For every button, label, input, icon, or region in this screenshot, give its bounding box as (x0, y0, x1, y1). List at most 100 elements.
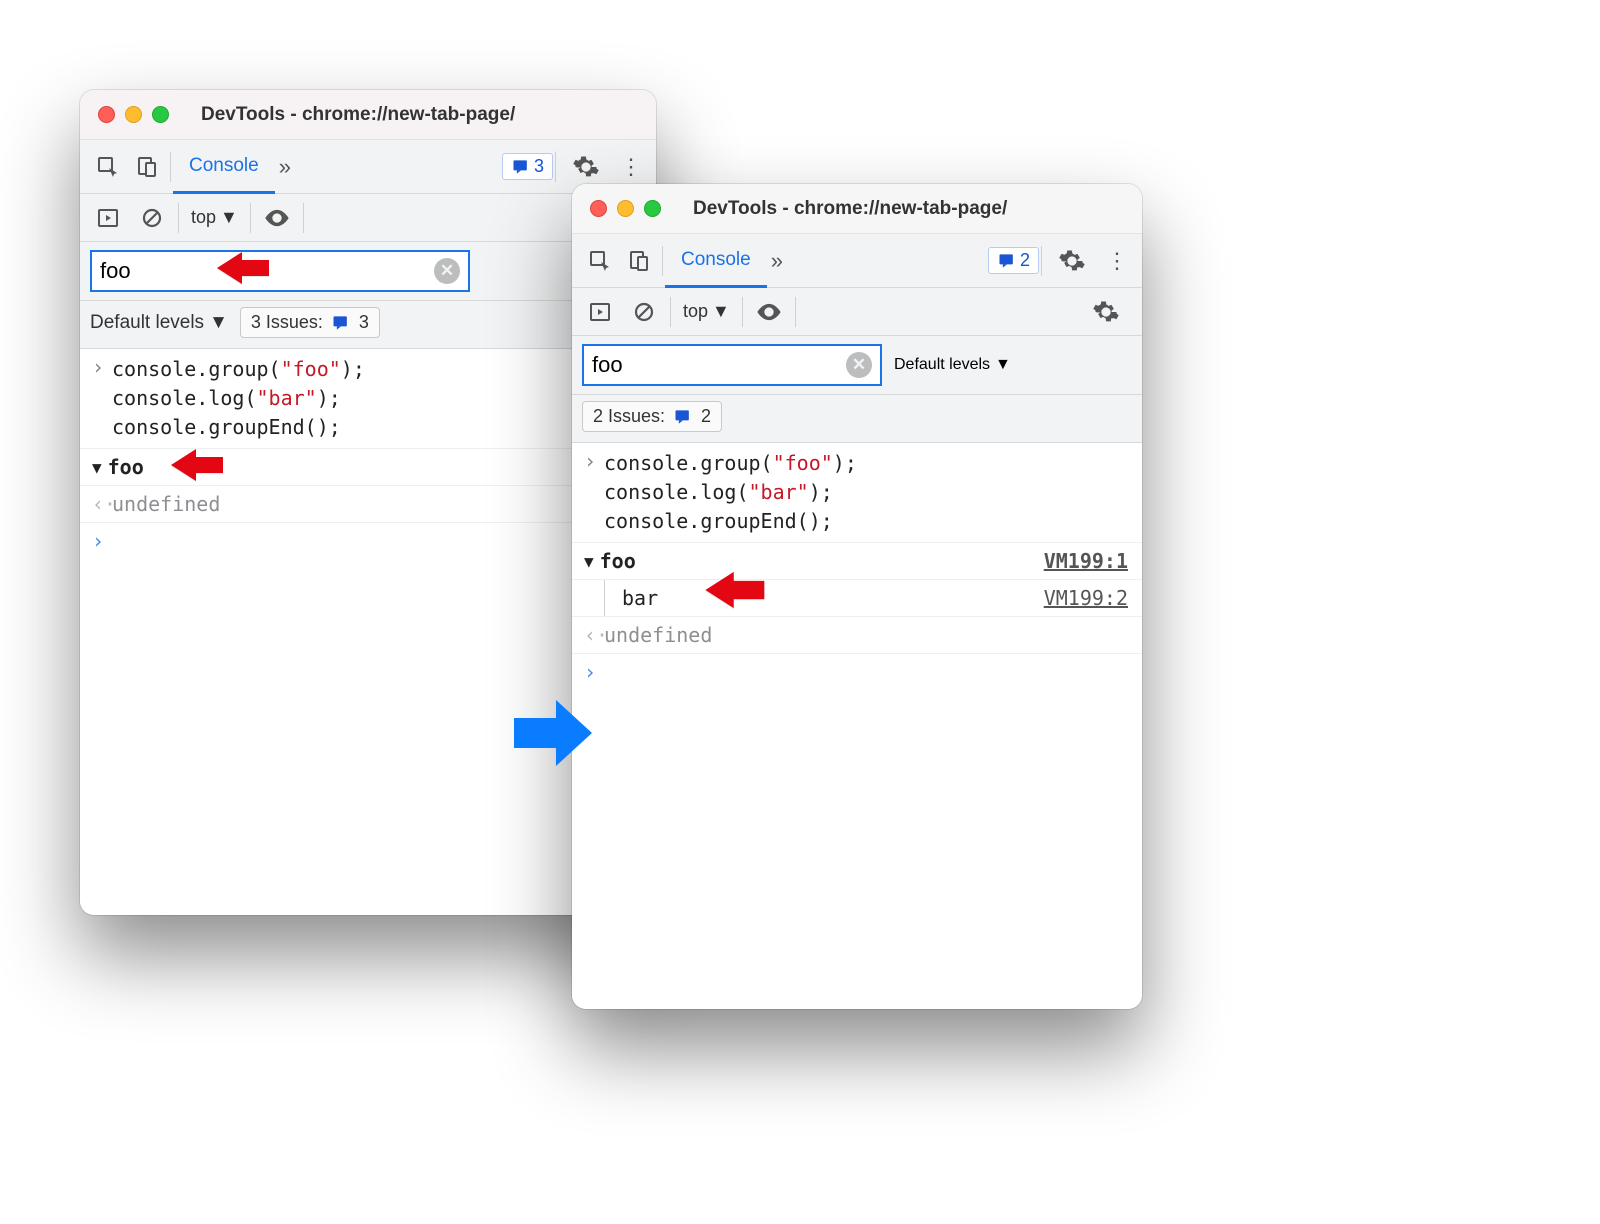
issues-badge[interactable]: 2 Issues: 2 (582, 401, 722, 432)
console-prompt-row[interactable]: › (80, 523, 656, 559)
log-levels-selector[interactable]: Default levels ▼ (90, 312, 228, 334)
devtools-window-left: DevTools - chrome://new-tab-page/ Consol… (80, 90, 656, 915)
log-text: bar (622, 586, 658, 610)
close-button[interactable] (590, 200, 607, 217)
kebab-menu-icon[interactable]: ⋮ (614, 154, 648, 180)
code-block: console.group("foo"); console.log("bar")… (604, 449, 857, 536)
undefined-value: undefined (604, 623, 712, 647)
live-expression-icon[interactable] (257, 198, 297, 238)
prompt-chevron-icon: › (92, 355, 112, 379)
console-group-header[interactable]: ▼ foo VM11 (80, 449, 656, 486)
console-input-echo: › console.group("foo"); console.log("bar… (80, 349, 656, 449)
context-selector[interactable]: top ▼ (677, 301, 736, 322)
filter-input[interactable]: foo ✕ (90, 250, 470, 292)
close-button[interactable] (98, 106, 115, 123)
kebab-menu-icon[interactable]: ⋮ (1100, 248, 1134, 274)
disclosure-triangle-icon[interactable]: ▼ (584, 552, 594, 571)
minimize-button[interactable] (125, 106, 142, 123)
maximize-button[interactable] (152, 106, 169, 123)
titlebar: DevTools - chrome://new-tab-page/ (572, 184, 1142, 234)
code-block: console.group("foo"); console.log("bar")… (112, 355, 365, 442)
tab-console[interactable]: Console (665, 235, 767, 288)
disclosure-triangle-icon[interactable]: ▼ (92, 458, 102, 477)
more-tabs-icon[interactable]: » (275, 154, 295, 180)
group-name: foo (108, 455, 144, 479)
issues-label: 3 Issues: (251, 312, 323, 333)
filter-row: foo ✕ Default levels ▼ (572, 336, 1142, 395)
console-subbar: top ▼ 1 hidde (80, 194, 656, 242)
issues-label: 2 Issues: (593, 406, 665, 427)
window-title: DevTools - chrome://new-tab-page/ (201, 104, 515, 126)
undefined-value: undefined (112, 492, 220, 516)
traffic-lights (98, 106, 169, 123)
console-output: › console.group("foo"); console.log("bar… (80, 349, 656, 915)
return-chevron-icon: ‹· (584, 623, 604, 647)
return-chevron-icon: ‹· (92, 492, 112, 516)
chevron-down-icon: ▼ (209, 312, 228, 334)
prompt-chevron-icon: › (92, 529, 112, 553)
device-toggle-icon[interactable] (620, 241, 660, 281)
main-toolbar: Console » 3 ⋮ (80, 140, 656, 194)
console-settings-gear-icon[interactable] (1086, 292, 1126, 332)
issues-count: 3 (359, 312, 369, 333)
source-link[interactable]: VM199:1 (1044, 549, 1130, 573)
extras-row: Default levels ▼ 3 Issues: 3 (80, 301, 656, 349)
levels-label: Default levels (90, 312, 204, 334)
messages-badge[interactable]: 2 (988, 247, 1039, 274)
tab-console[interactable]: Console (173, 141, 275, 194)
context-label: top (683, 301, 708, 322)
filter-value: foo (592, 352, 840, 378)
group-name: foo (600, 549, 636, 573)
clear-filter-icon[interactable]: ✕ (846, 352, 872, 378)
titlebar: DevTools - chrome://new-tab-page/ (80, 90, 656, 140)
context-label: top (191, 207, 216, 228)
messages-count: 2 (1020, 250, 1030, 271)
console-group-header[interactable]: ▼ foo VM199:1 (572, 543, 1142, 580)
console-output: › console.group("foo"); console.log("bar… (572, 443, 1142, 1009)
console-prompt-row[interactable]: › (572, 654, 1142, 690)
prompt-chevron-icon: › (584, 660, 604, 684)
filter-row: foo ✕ (80, 242, 656, 301)
sidebar-toggle-icon[interactable] (580, 292, 620, 332)
chevron-down-icon: ▼ (712, 301, 730, 322)
gear-icon[interactable] (1052, 241, 1092, 281)
window-title: DevTools - chrome://new-tab-page/ (693, 198, 1007, 220)
main-toolbar: Console » 2 ⋮ (572, 234, 1142, 288)
filter-input[interactable]: foo ✕ (582, 344, 882, 386)
annotation-arrow-icon (168, 443, 228, 492)
messages-badge[interactable]: 3 (502, 153, 553, 180)
gear-icon[interactable] (566, 147, 606, 187)
log-levels-selector[interactable]: Default levels ▼ (894, 356, 1011, 374)
source-link[interactable]: VM199:2 (1044, 586, 1130, 610)
chevron-down-icon: ▼ (995, 356, 1011, 374)
console-return-row: ‹· undefined (572, 617, 1142, 654)
console-input-echo: › console.group("foo"); console.log("bar… (572, 443, 1142, 543)
clear-console-icon[interactable] (132, 198, 172, 238)
console-subbar: top ▼ (572, 288, 1142, 336)
chevron-down-icon: ▼ (220, 207, 238, 228)
annotation-arrow-icon (702, 564, 770, 621)
clear-filter-icon[interactable]: ✕ (434, 258, 460, 284)
levels-label: Default levels (894, 356, 990, 374)
context-selector[interactable]: top ▼ (185, 207, 244, 228)
console-log-row: bar VM199:2 (572, 580, 1142, 617)
prompt-chevron-icon: › (584, 449, 604, 473)
annotation-arrow-icon (214, 246, 274, 295)
devtools-window-right: DevTools - chrome://new-tab-page/ Consol… (572, 184, 1142, 1009)
issues-badge[interactable]: 3 Issues: 3 (240, 307, 380, 338)
maximize-button[interactable] (644, 200, 661, 217)
inspect-icon[interactable] (88, 147, 128, 187)
live-expression-icon[interactable] (749, 292, 789, 332)
traffic-lights (590, 200, 661, 217)
transition-arrow-icon (508, 694, 598, 777)
inspect-icon[interactable] (580, 241, 620, 281)
console-return-row: ‹· undefined (80, 486, 656, 523)
minimize-button[interactable] (617, 200, 634, 217)
messages-count: 3 (534, 156, 544, 177)
sidebar-toggle-icon[interactable] (88, 198, 128, 238)
more-tabs-icon[interactable]: » (767, 248, 787, 274)
clear-console-icon[interactable] (624, 292, 664, 332)
device-toggle-icon[interactable] (128, 147, 168, 187)
extras-row: 2 Issues: 2 (572, 395, 1142, 443)
issues-count: 2 (701, 406, 711, 427)
